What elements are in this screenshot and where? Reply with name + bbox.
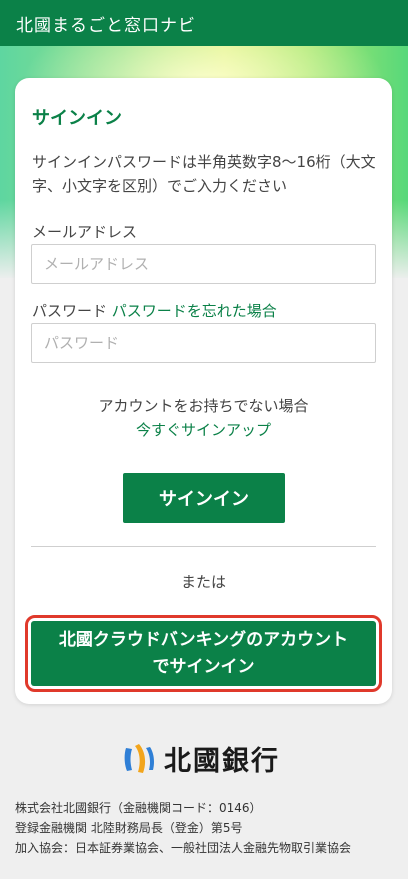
app-title: 北國まるごと窓口ナビ (16, 15, 196, 36)
password-input[interactable] (31, 323, 376, 363)
footer-info: 株式会社北國銀行（金融機関コード：0146） 登録金融機関 北陸財務局長（登金）… (15, 798, 351, 858)
footer-line: 加入協会：日本証券業協会、一般社団法人金融先物取引業協会 (15, 841, 352, 855)
signin-card: サインイン サインインパスワードは半角英数字8〜16桁（大文字、小文字を区別）で… (15, 78, 392, 704)
signin-button[interactable]: サインイン (123, 473, 285, 523)
email-label: メールアドレス (32, 223, 138, 241)
footer-line: 登録金融機関 北陸財務局長（登金）第5号 (15, 821, 243, 835)
bank-logo: 北國銀行 (122, 738, 280, 778)
bank-name: 北國銀行 (164, 745, 280, 777)
email-input[interactable] (31, 244, 376, 284)
no-account-text: アカウントをお持ちでない場合 (98, 397, 309, 415)
signup-link[interactable]: 今すぐサインアップ (15, 419, 392, 440)
divider (31, 546, 376, 547)
app-header: 北國まるごと窓口ナビ (0, 0, 408, 46)
forgot-password-link[interactable]: パスワードを忘れた場合 (112, 302, 277, 320)
bank-signin-button[interactable]: 北國クラウドバンキングのアカウントでサインイン (31, 621, 376, 686)
password-rule-text: サインインパスワードは半角英数字8〜16桁（大文字、小文字を区別）でご入力くださ… (32, 153, 376, 195)
password-label-row: パスワード パスワードを忘れた場合 (32, 300, 277, 321)
signin-title: サインイン (32, 108, 122, 129)
footer-line: 株式会社北國銀行（金融機関コード：0146） (15, 801, 262, 815)
bank-logo-icon (124, 744, 154, 773)
footer: 北國銀行 株式会社北國銀行（金融機関コード：0146） 登録金融機関 北陸財務局… (0, 718, 408, 879)
password-label: パスワード (32, 302, 108, 320)
or-text: または (180, 573, 226, 591)
